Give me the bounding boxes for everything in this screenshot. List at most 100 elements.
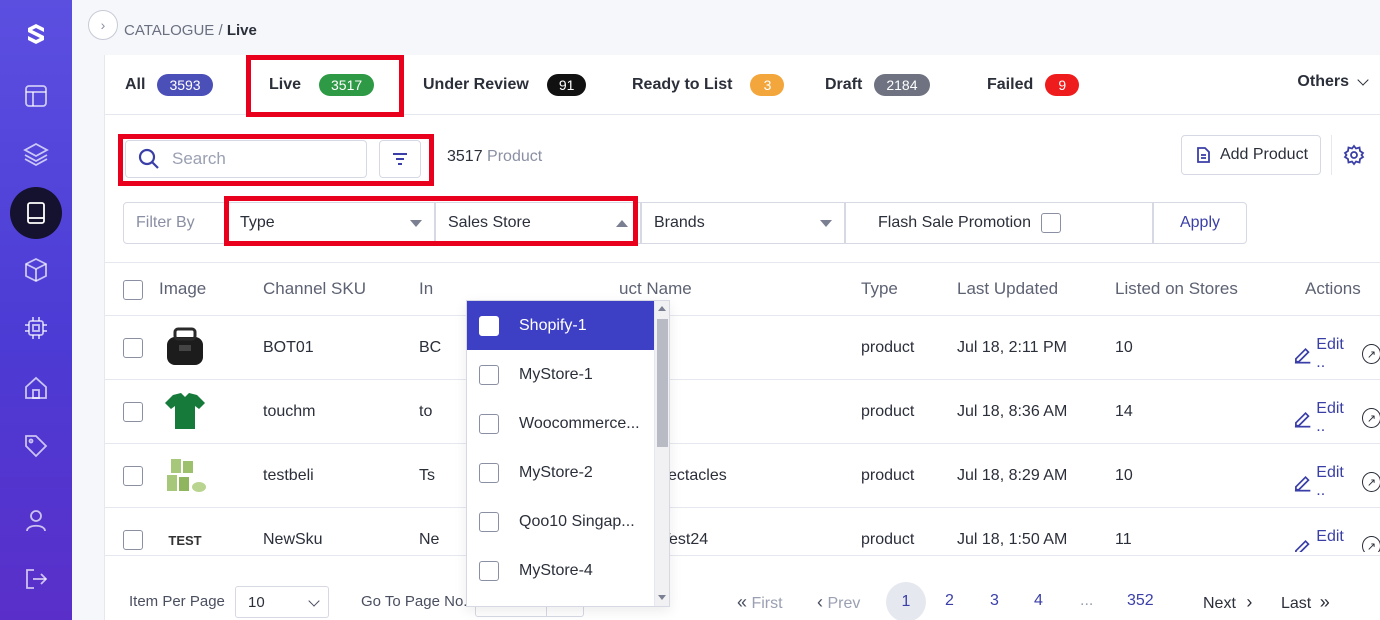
table-row[interactable]: TEST NewSku Ne AprilTest24 product Jul 1… <box>105 508 1380 552</box>
page-4-button[interactable]: 4 <box>1034 592 1043 610</box>
type-cell: product <box>861 403 915 420</box>
tab-label: All <box>125 76 146 93</box>
page-3-button[interactable]: 3 <box>990 592 999 610</box>
dropdown-option-shopify-1[interactable]: Shopify-1 <box>467 301 655 350</box>
type-cell: product <box>861 339 915 356</box>
tab-ready-to-list[interactable]: Ready to List 3 <box>632 73 785 97</box>
type-select[interactable]: Type <box>227 202 435 244</box>
option-checkbox[interactable] <box>479 315 499 336</box>
scrollbar-thumb[interactable] <box>657 319 668 447</box>
inventory-sku-cell: to <box>419 403 433 420</box>
last-page-number-button[interactable]: 352 <box>1127 592 1154 610</box>
tab-label: Failed <box>987 76 1034 93</box>
home-icon[interactable] <box>14 366 58 410</box>
edit-action[interactable]: Edit .. ↗ <box>1293 336 1380 372</box>
tag-icon[interactable] <box>14 424 58 468</box>
dropdown-option-mystore-4[interactable]: MyStore-4 <box>467 546 655 595</box>
caret-up-icon <box>616 220 628 227</box>
brands-select[interactable]: Brands <box>641 202 845 244</box>
breadcrumb-root[interactable]: CATALOGUE / <box>124 22 223 39</box>
tab-under-review[interactable]: Under Review 91 <box>423 73 587 97</box>
scroll-up-arrow-icon[interactable] <box>658 306 666 311</box>
search-input[interactable] <box>172 149 352 169</box>
search-box <box>125 140 367 178</box>
logout-icon[interactable] <box>14 557 58 601</box>
tab-all[interactable]: All 3593 <box>125 73 213 97</box>
inventory-sku-cell: Ts <box>419 467 435 484</box>
option-checkbox[interactable] <box>479 511 499 532</box>
edit-action[interactable]: Edit .. ↗ <box>1293 528 1380 552</box>
add-product-label: Add Product <box>1219 146 1309 163</box>
dropdown-option-qoo10[interactable]: Qoo10 Singap... <box>467 497 655 546</box>
others-dropdown[interactable]: Others <box>1297 73 1369 91</box>
column-product-name[interactable]: uct Name <box>619 279 692 299</box>
catalogue-card: All 3593 Live 3517 Under Review 91 Ready… <box>104 55 1380 620</box>
scroll-down-arrow-icon[interactable] <box>658 595 666 600</box>
type-select-label: Type <box>240 214 275 231</box>
first-page-button[interactable]: « First <box>737 592 783 613</box>
external-link-icon[interactable]: ↗ <box>1361 408 1380 428</box>
page-1-button[interactable]: 1 <box>886 582 926 620</box>
column-type[interactable]: Type <box>861 279 898 299</box>
tab-failed[interactable]: Failed 9 <box>987 73 1080 97</box>
tab-live[interactable]: Live 3517 <box>269 73 375 97</box>
settings-button[interactable] <box>1331 135 1375 175</box>
table-row[interactable]: touchm to st product Jul 18, 8:36 AM 14 … <box>105 380 1380 444</box>
external-link-icon[interactable]: ↗ <box>1361 472 1380 492</box>
external-link-icon[interactable]: ↗ <box>1361 536 1380 552</box>
tab-draft[interactable]: Draft 2184 <box>825 73 930 97</box>
column-last-updated[interactable]: Last Updated <box>957 279 1058 299</box>
edit-action[interactable]: Edit .. ↗ <box>1293 464 1380 500</box>
option-checkbox[interactable] <box>479 413 499 434</box>
layers-icon[interactable] <box>14 132 58 176</box>
dropdown-scrollbar[interactable] <box>654 301 669 606</box>
column-actions: Actions <box>1305 279 1361 298</box>
inventory-sku-cell: Ne <box>419 531 440 548</box>
filter-button[interactable] <box>379 140 421 178</box>
table-row[interactable]: BOT01 BC 1 product Jul 18, 2:11 PM 10 Ed… <box>105 316 1380 380</box>
chevron-down-icon <box>308 595 320 607</box>
page-2-button[interactable]: 2 <box>945 592 954 610</box>
add-product-button[interactable]: Add Product <box>1181 135 1321 175</box>
app-logo-icon[interactable] <box>14 12 58 56</box>
dropdown-option-mystore-1[interactable]: MyStore-1 <box>467 350 655 399</box>
chip-icon[interactable] <box>14 306 58 350</box>
sales-store-select[interactable]: Sales Store <box>435 202 641 244</box>
select-all-checkbox[interactable] <box>123 280 143 300</box>
dropdown-option-mystore-2[interactable]: MyStore-2 <box>467 448 655 497</box>
edit-action[interactable]: Edit .. ↗ <box>1293 400 1380 436</box>
option-checkbox[interactable] <box>479 560 499 581</box>
user-icon[interactable] <box>14 498 58 542</box>
column-inventory-sku[interactable]: In <box>419 279 433 299</box>
item-per-page-select[interactable]: 10 <box>235 586 329 618</box>
last-page-button[interactable]: Last » <box>1281 592 1330 613</box>
option-checkbox[interactable] <box>479 462 499 483</box>
prev-page-button[interactable]: ‹ Prev <box>817 592 860 613</box>
row-checkbox[interactable] <box>123 402 143 422</box>
caret-down-icon <box>410 220 422 227</box>
row-checkbox[interactable] <box>123 466 143 486</box>
row-checkbox[interactable] <box>123 530 143 550</box>
chevron-right-icon: › <box>1246 592 1253 612</box>
flash-sale-label: Flash Sale Promotion <box>878 214 1031 231</box>
channel-sku-cell: touchm <box>263 403 316 420</box>
column-channel-sku[interactable]: Channel SKU <box>263 279 366 299</box>
dashboard-icon[interactable] <box>14 74 58 118</box>
row-checkbox[interactable] <box>123 338 143 358</box>
listed-on-stores-cell: 11 <box>1115 531 1132 548</box>
table-row[interactable]: Ts testbeli y Spectacles product Jul 18,… <box>105 444 1380 508</box>
flash-sale-checkbox[interactable] <box>1040 213 1061 233</box>
breadcrumb-current: Live <box>226 22 257 39</box>
next-page-button[interactable]: Next › <box>1203 592 1252 613</box>
option-label: Qoo10 Singap... <box>519 512 635 530</box>
count-badge: 3517 <box>319 74 375 96</box>
sidebar-collapse-button[interactable]: › <box>88 10 118 40</box>
catalogue-book-icon[interactable] <box>10 187 62 239</box>
external-link-icon[interactable]: ↗ <box>1361 344 1380 364</box>
dropdown-option-woocommerce[interactable]: Woocommerce... <box>467 399 655 448</box>
option-checkbox[interactable] <box>479 364 499 385</box>
box-icon[interactable] <box>14 248 58 292</box>
column-listed-on-stores[interactable]: Listed on Stores <box>1115 279 1238 299</box>
apply-button[interactable]: Apply <box>1153 202 1247 244</box>
pagination-bar: Item Per Page 10 Go To Page No. « First … <box>105 555 1380 620</box>
